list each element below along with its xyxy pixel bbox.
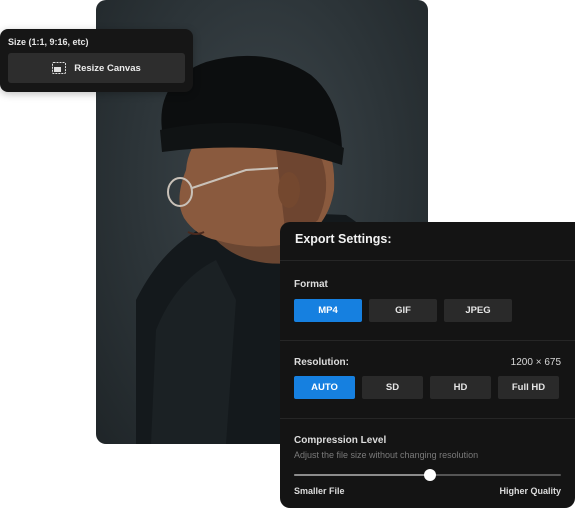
resolution-option-auto[interactable]: AUTO xyxy=(294,376,355,399)
slider-thumb[interactable] xyxy=(424,469,437,481)
resize-canvas-icon xyxy=(52,62,67,74)
format-label: Format xyxy=(294,279,328,290)
format-option-gif[interactable]: GIF xyxy=(369,299,437,322)
compression-section: Compression Level Adjust the file size w… xyxy=(280,419,575,496)
export-settings-panel: Export Settings: Format MP4 GIF JPEG Res… xyxy=(280,222,575,508)
resize-canvas-label: Resize Canvas xyxy=(74,62,141,74)
compression-label: Compression Level xyxy=(294,435,387,446)
slider-fill xyxy=(294,474,431,476)
higher-quality-label: Higher Quality xyxy=(499,486,561,496)
resolution-section: Resolution: 1200 × 675 AUTO SD HD Full H… xyxy=(280,341,575,419)
resolution-label: Resolution: xyxy=(294,357,349,368)
size-label: Size (1:1, 9:16, etc) xyxy=(8,37,89,47)
resize-panel: Size (1:1, 9:16, etc) Resize Canvas xyxy=(0,29,193,92)
resolution-value: 1200 × 675 xyxy=(510,357,561,368)
compression-slider[interactable] xyxy=(294,469,561,481)
compression-description: Adjust the file size without changing re… xyxy=(294,450,479,460)
resolution-option-hd[interactable]: HD xyxy=(430,376,491,399)
format-option-mp4[interactable]: MP4 xyxy=(294,299,362,322)
export-settings-title: Export Settings: xyxy=(280,222,575,261)
smaller-file-label: Smaller File xyxy=(294,486,345,496)
resize-canvas-button[interactable]: Resize Canvas xyxy=(8,53,185,83)
format-options: MP4 GIF JPEG xyxy=(294,299,561,322)
resolution-option-sd[interactable]: SD xyxy=(362,376,423,399)
format-option-jpeg[interactable]: JPEG xyxy=(444,299,512,322)
format-section: Format MP4 GIF JPEG xyxy=(280,261,575,341)
resolution-options: AUTO SD HD Full HD xyxy=(294,376,561,399)
resolution-option-full-hd[interactable]: Full HD xyxy=(498,376,559,399)
